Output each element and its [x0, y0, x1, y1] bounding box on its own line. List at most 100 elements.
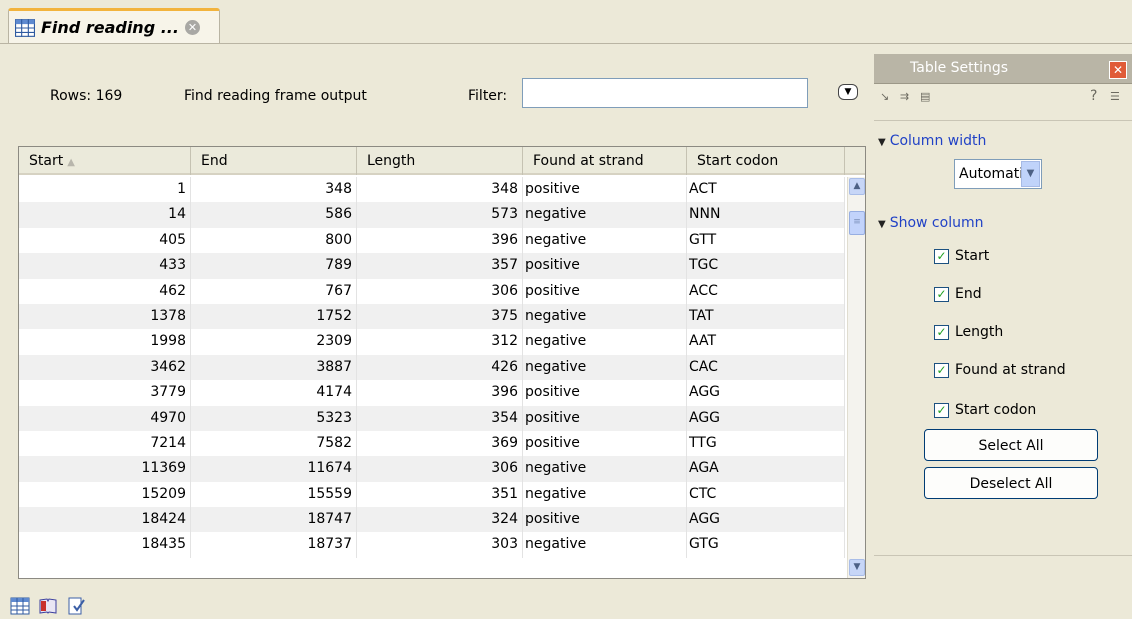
table-cell: 357: [357, 253, 523, 279]
table-row[interactable]: 1378 1752 375 negative TAT: [19, 303, 845, 330]
checkmark-icon[interactable]: ✓: [934, 362, 949, 378]
table-cell: 351: [357, 481, 523, 508]
close-icon[interactable]: ✕: [184, 20, 200, 35]
table-view-icon[interactable]: [10, 596, 30, 616]
table-cell: positive: [523, 507, 687, 533]
panel-title: Table Settings: [910, 60, 1009, 76]
section-show-column[interactable]: ▼ Show column: [878, 215, 983, 231]
table-row[interactable]: 1998 2309 312 negative AAT: [19, 329, 845, 355]
checkmark-icon[interactable]: ✓: [934, 248, 949, 264]
column-header-label: Length: [367, 153, 416, 169]
table-row[interactable]: 405 800 396 negative GTT: [19, 227, 845, 254]
column-header-filler: [845, 147, 865, 175]
filter-input[interactable]: [522, 78, 808, 108]
table-cell: 375: [357, 303, 523, 330]
table-row[interactable]: 4970 5323 354 positive AGG: [19, 405, 845, 431]
checkbox-end[interactable]: ✓ End: [934, 283, 982, 305]
column-header-length[interactable]: Length: [357, 147, 523, 175]
checkbox-start[interactable]: ✓ Start: [934, 245, 989, 267]
table-cell: 433: [19, 253, 191, 279]
checkbox-start-codon[interactable]: ✓ Start codon: [934, 399, 1036, 421]
table-cell: 767: [191, 278, 357, 304]
section-column-width[interactable]: ▼ Column width: [878, 133, 986, 149]
column-header-end[interactable]: End: [191, 147, 357, 175]
checkmark-icon[interactable]: ✓: [934, 286, 949, 302]
panel-header: Table Settings ✕: [874, 54, 1132, 84]
table-row[interactable]: 18435 18737 303 negative GTG: [19, 532, 845, 558]
tab-find-reading[interactable]: Find reading ... ✕: [8, 8, 220, 44]
section-label: Column width: [889, 133, 987, 149]
table-row[interactable]: 433 789 357 positive TGC: [19, 253, 845, 279]
scrollbar-thumb[interactable]: ≡: [849, 211, 865, 235]
view-switcher: [10, 595, 86, 617]
column-header-start-codon[interactable]: Start codon: [687, 147, 845, 175]
column-header-label: Start: [29, 153, 64, 169]
table-cell: 354: [357, 405, 523, 431]
book-icon[interactable]: [38, 596, 58, 616]
table-cell: 306: [357, 278, 523, 304]
column-header-start[interactable]: Start ▲: [19, 147, 191, 175]
table-cell: 369: [357, 430, 523, 457]
vertical-scrollbar[interactable]: ▲ ≡ ▼: [847, 177, 865, 578]
table-cell: positive: [523, 380, 687, 406]
table-cell: TGC: [687, 253, 845, 279]
column-width-select[interactable]: Automatic ▼: [954, 159, 1042, 189]
table-cell: 1998: [19, 329, 191, 355]
table-row[interactable]: 1 348 348 positive ACT: [19, 177, 845, 203]
dropdown-menu-icon[interactable]: ▼: [838, 84, 858, 100]
help-icon[interactable]: ?: [1090, 88, 1097, 104]
table-header: Start ▲ End Length Found at strand Start …: [19, 147, 865, 175]
table-cell: 1378: [19, 303, 191, 330]
table-row[interactable]: 7214 7582 369 positive TTG: [19, 430, 845, 457]
table-cell: AAT: [687, 329, 845, 355]
checkbox-label: Length: [955, 324, 1004, 340]
table-cell: 11369: [19, 456, 191, 482]
list-icon[interactable]: ☰: [1110, 90, 1120, 103]
table-cell: negative: [523, 227, 687, 254]
table-row[interactable]: 14 586 573 negative NNN: [19, 202, 845, 228]
checkmark-icon[interactable]: ✓: [934, 324, 949, 340]
table-cell: 800: [191, 227, 357, 254]
table-row[interactable]: 15209 15559 351 negative CTC: [19, 481, 845, 508]
table-row[interactable]: 3779 4174 396 positive AGG: [19, 380, 845, 406]
table-cell: positive: [523, 405, 687, 431]
table-icon: [15, 18, 35, 37]
panel-close-icon[interactable]: ✕: [1109, 61, 1127, 79]
table-cell: 18747: [191, 507, 357, 533]
scroll-up-icon[interactable]: ▲: [849, 178, 865, 195]
panel-toolbar: ↘ ⇉ ▤ ? ☰: [874, 85, 1132, 111]
history-icon[interactable]: [66, 596, 86, 616]
table-cell: 306: [357, 456, 523, 482]
table-cell: 5323: [191, 405, 357, 431]
checkbox-length[interactable]: ✓ Length: [934, 321, 1003, 343]
checkmark-icon[interactable]: ✓: [934, 402, 949, 418]
expand-icon[interactable]: ↘: [880, 90, 889, 103]
table-cell: GTG: [687, 532, 845, 558]
table-cell: 462: [19, 278, 191, 304]
panel-body: ▼ Column width Automatic ▼ ▼ Show column ✓…: [874, 120, 1132, 556]
table-cell: TAT: [687, 303, 845, 330]
table-row[interactable]: 18424 18747 324 positive AGG: [19, 507, 845, 533]
collapse-triangle-icon: ▼: [878, 137, 886, 148]
table-cell: AGG: [687, 405, 845, 431]
table-row[interactable]: 3462 3887 426 negative CAC: [19, 354, 845, 381]
table-cell: 348: [357, 177, 523, 203]
collapse-icon[interactable]: ⇉: [900, 90, 909, 103]
select-all-button[interactable]: Select All: [924, 429, 1098, 461]
table-cell: 303: [357, 532, 523, 558]
deselect-all-button[interactable]: Deselect All: [924, 467, 1098, 499]
scroll-down-icon[interactable]: ▼: [849, 559, 865, 576]
table-cell: 18737: [191, 532, 357, 558]
table-cell: negative: [523, 481, 687, 508]
table-row[interactable]: 462 767 306 positive ACC: [19, 278, 845, 304]
save-settings-icon[interactable]: ▤: [920, 90, 930, 103]
checkbox-found-at-strand[interactable]: ✓ Found at strand: [934, 359, 1066, 381]
chevron-down-icon[interactable]: ▼: [1021, 161, 1040, 187]
table-cell: 573: [357, 202, 523, 228]
column-header-strand[interactable]: Found at strand: [523, 147, 687, 175]
table-cell: TTG: [687, 430, 845, 457]
table-row[interactable]: 11369 11674 306 negative AGA: [19, 456, 845, 482]
table-cell: 11674: [191, 456, 357, 482]
table-cell: 586: [191, 202, 357, 228]
table-toolbar: Rows: 169 Find reading frame output Filt…: [8, 44, 866, 144]
